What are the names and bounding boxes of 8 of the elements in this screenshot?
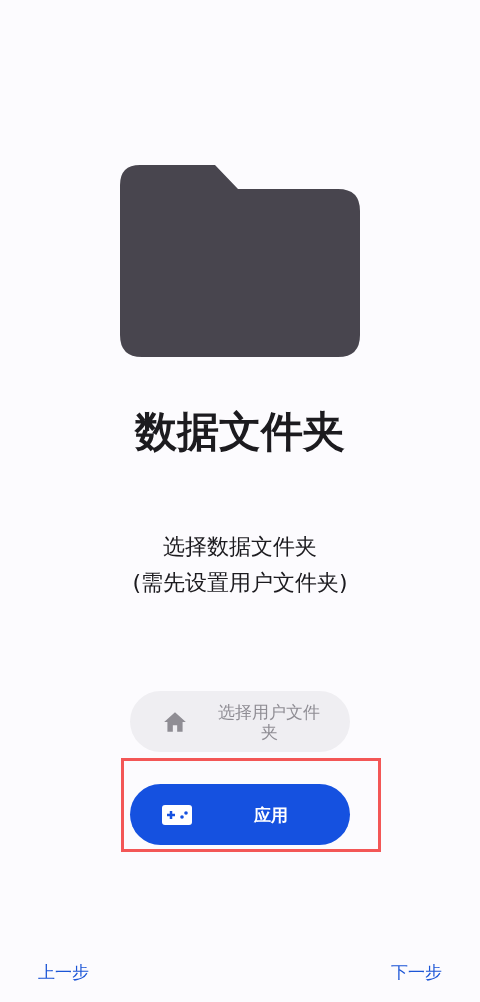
- back-link[interactable]: 上一步: [38, 961, 89, 984]
- page-title: 数据文件夹: [135, 407, 345, 458]
- gamepad-icon: [162, 804, 192, 825]
- description-text: (需先设置用户文件夹): [132, 569, 348, 598]
- next-link[interactable]: 下一步: [391, 961, 442, 984]
- folder-icon: [120, 165, 360, 357]
- description-text: 选择数据文件夹: [162, 533, 318, 562]
- apply-button[interactable]: 应用: [130, 784, 350, 846]
